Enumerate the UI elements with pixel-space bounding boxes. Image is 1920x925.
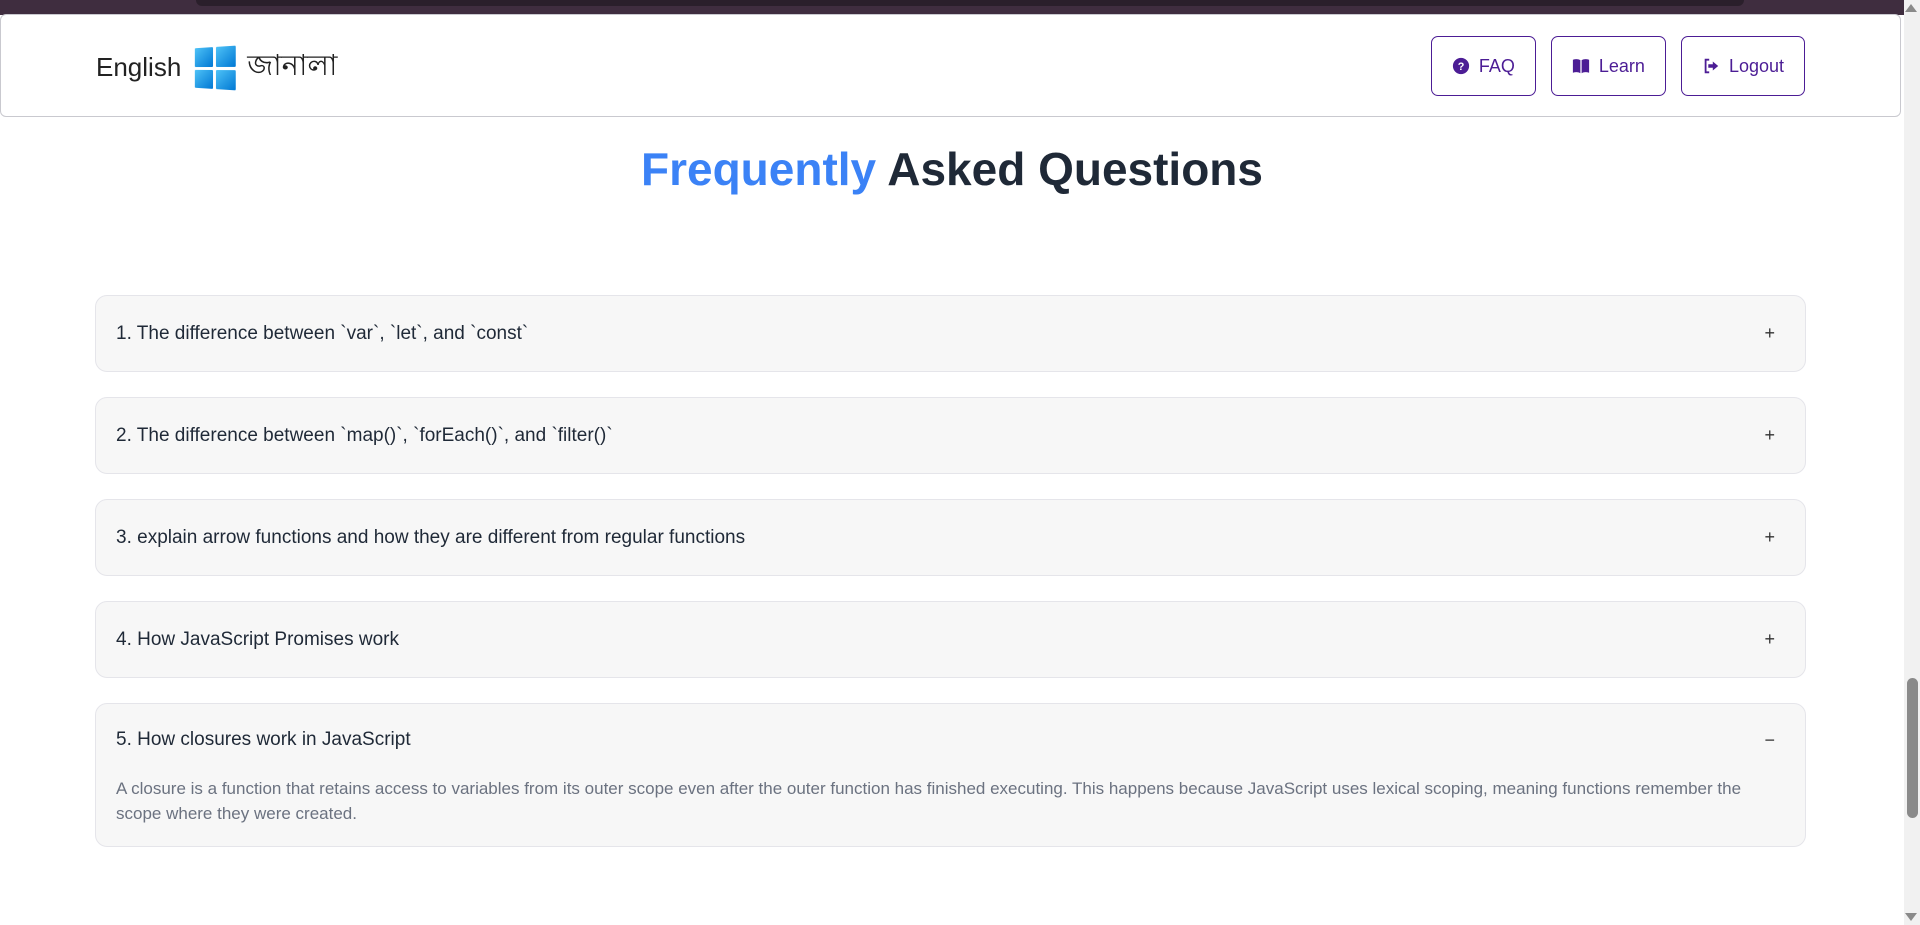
nav-buttons: ? FAQ Learn Logout [1430,36,1805,96]
navbar: English জানালা ? FAQ Learn Logout [0,14,1901,117]
faq-button[interactable]: ? FAQ [1430,36,1536,96]
faq-question-toggle[interactable]: 1. The difference between `var`, `let`, … [96,296,1805,371]
faq-item-open: 5. How closures work in JavaScript − A c… [95,703,1806,847]
plus-icon[interactable]: + [1764,629,1775,650]
page-title: Frequently Asked Questions [0,142,1904,196]
faq-question: 2. The difference between `map()`, `forE… [116,424,613,446]
plus-icon[interactable]: + [1764,527,1775,548]
faq-question: 5. How closures work in JavaScript [116,729,411,750]
faq-item: 1. The difference between `var`, `let`, … [95,295,1806,372]
faq-item: 4. How JavaScript Promises work + [95,601,1806,678]
windows-logo-icon [195,45,237,90]
faq-question: 3. explain arrow functions and how they … [116,526,746,548]
brand[interactable]: English জানালা [96,43,337,92]
faq-question: 4. How JavaScript Promises work [116,628,399,650]
brand-english-label: English [96,52,182,82]
scrollbar-thumb[interactable] [1907,678,1918,818]
plus-icon[interactable]: + [1764,323,1775,344]
faq-answer: A closure is a function that retains acc… [116,779,1742,823]
address-bar-edge [196,0,1744,6]
minus-icon[interactable]: − [1764,730,1775,751]
scroll-down-arrow-icon[interactable] [1905,913,1917,921]
faq-question-toggle[interactable]: 3. explain arrow functions and how they … [96,500,1805,575]
faq-question-toggle[interactable]: 2. The difference between `map()`, `forE… [96,398,1805,473]
faq-item: 2. The difference between `map()`, `forE… [95,397,1806,474]
faq-question-toggle[interactable]: 4. How JavaScript Promises work + [96,602,1805,677]
question-circle-icon: ? [1452,57,1469,75]
title-rest: Asked Questions [887,143,1263,195]
logout-icon [1704,58,1719,74]
learn-button[interactable]: Learn [1550,36,1666,96]
title-accent: Frequently [640,143,877,195]
logout-button-label: Logout [1728,55,1784,76]
svg-text:?: ? [1458,61,1465,73]
faq-question-toggle[interactable]: 5. How closures work in JavaScript − [96,704,1805,776]
learn-button-label: Learn [1598,55,1645,76]
logout-button[interactable]: Logout [1680,36,1805,96]
faq-item: 3. explain arrow functions and how they … [95,499,1806,576]
plus-icon[interactable]: + [1764,425,1775,446]
scrollbar[interactable] [1904,0,1920,925]
browser-top-strip [0,0,1904,15]
faq-button-label: FAQ [1478,55,1515,76]
brand-bangla-label: জানালা [247,48,338,82]
faq-list: 1. The difference between `var`, `let`, … [95,295,1806,872]
faq-question: 1. The difference between `var`, `let`, … [116,322,529,344]
book-open-icon [1572,59,1589,74]
scroll-up-arrow-icon[interactable] [1905,4,1917,12]
